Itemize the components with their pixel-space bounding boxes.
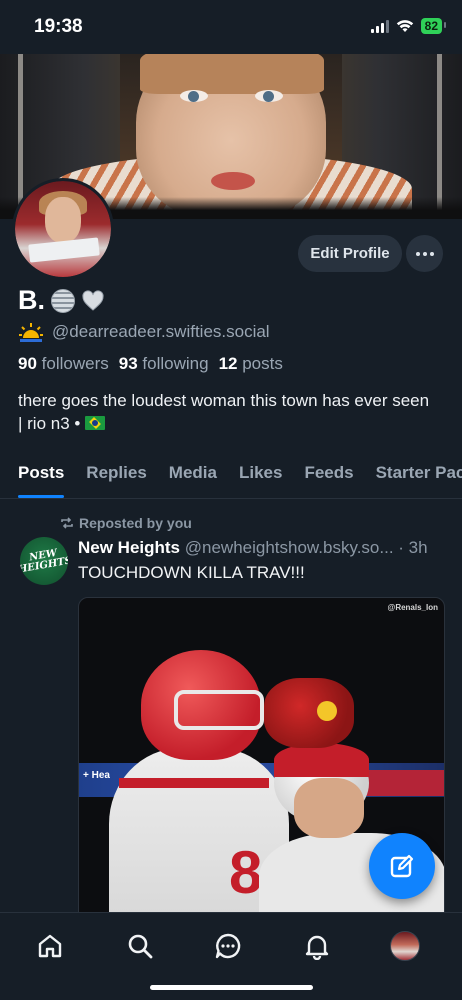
repost-label: Reposted by you: [79, 515, 192, 531]
tab-media[interactable]: Media: [158, 449, 228, 498]
nav-search[interactable]: [125, 931, 155, 961]
profile-avatar[interactable]: [12, 178, 114, 280]
status-bar: 19:38 82: [0, 0, 462, 54]
compose-button[interactable]: [369, 833, 435, 899]
home-indicator: [150, 985, 313, 990]
nav-notifications[interactable]: [302, 931, 332, 961]
media-banner-text: + Hea: [83, 770, 110, 781]
profile-tabs: Posts Replies Media Likes Feeds Starter …: [0, 449, 462, 499]
nav-chat[interactable]: [213, 931, 243, 961]
status-time: 19:38: [34, 16, 83, 37]
following-stat[interactable]: 93 following: [119, 354, 209, 374]
display-name: B.: [18, 285, 105, 316]
sunrise-icon: [19, 323, 43, 342]
handle-row: @dearreadeer.swifties.social: [18, 321, 270, 343]
more-options-button[interactable]: [406, 235, 443, 272]
tab-posts[interactable]: Posts: [0, 449, 75, 498]
chat-icon: [215, 933, 241, 959]
battery-indicator: 82: [420, 18, 447, 34]
tab-starter-packs[interactable]: Starter Pac: [365, 449, 462, 498]
followers-stat[interactable]: 90 followers: [18, 354, 109, 374]
profile-bio: there goes the loudest woman this town h…: [18, 389, 438, 435]
tab-replies[interactable]: Replies: [75, 449, 157, 498]
tab-feeds[interactable]: Feeds: [293, 449, 364, 498]
edit-profile-button[interactable]: Edit Profile: [298, 235, 402, 272]
post-time: · 3h: [398, 538, 428, 557]
compose-icon: [390, 854, 414, 878]
post-author-handle[interactable]: @newheightshow.bsky.so...: [185, 538, 394, 557]
nav-profile[interactable]: [390, 931, 420, 961]
tab-likes[interactable]: Likes: [228, 449, 293, 498]
media-watermark: @Renals_Ion: [387, 603, 438, 612]
profile-handle: @dearreadeer.swifties.social: [52, 322, 270, 341]
status-icons: 82: [370, 18, 447, 34]
profile-screen: 19:38 82 Edit Profile B. @dearreadeer.sw…: [0, 0, 462, 1000]
signal-icon: [370, 19, 389, 33]
wifi-icon: [396, 20, 413, 32]
posts-stat: 12 posts: [218, 354, 283, 373]
search-icon: [128, 934, 153, 959]
repost-indicator: Reposted by you: [60, 515, 192, 531]
profile-stats: 90 followers 93 following 12 posts: [18, 354, 283, 374]
profile-avatar-small: [390, 931, 420, 961]
disco-ball-icon: [51, 288, 75, 313]
post-author-avatar[interactable]: NEW HEIGHTS: [20, 537, 68, 585]
home-icon: [38, 934, 62, 958]
post-header: New Heights @newheightshow.bsky.so... · …: [78, 538, 448, 558]
brazil-flag-icon: [85, 416, 106, 430]
repost-icon: [61, 517, 73, 529]
nav-home[interactable]: [35, 931, 65, 961]
post-avatar-logo: NEW HEIGHTS: [20, 547, 68, 576]
post-author-name[interactable]: New Heights: [78, 538, 180, 557]
display-name-text: B.: [18, 285, 45, 315]
silver-heart-icon: [82, 289, 104, 311]
bio-text: there goes the loudest woman this town h…: [18, 391, 430, 433]
post-text: TOUCHDOWN KILLA TRAV!!!: [78, 563, 305, 582]
bell-icon: [305, 935, 329, 960]
